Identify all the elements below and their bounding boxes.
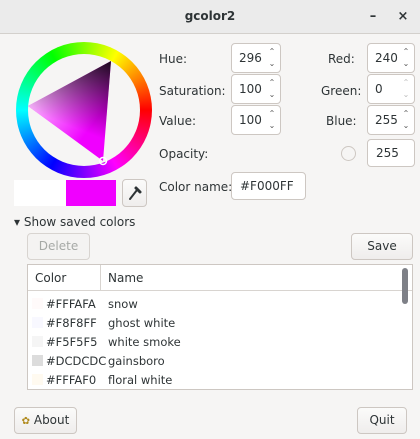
- spin-down-icon[interactable]: ⌄: [267, 91, 277, 99]
- spin-down-icon[interactable]: ⌄: [267, 122, 277, 130]
- green-value[interactable]: 0: [375, 82, 383, 96]
- color-name-label: Color name:: [159, 180, 233, 194]
- green-spinbutton[interactable]: 0 ⌃ ⌄: [367, 74, 415, 104]
- spin-up-icon[interactable]: ⌃: [267, 48, 277, 56]
- show-saved-colors-expander[interactable]: ▾ Show saved colors: [14, 215, 135, 229]
- spin-up-icon[interactable]: ⌃: [267, 79, 277, 87]
- column-separator: [100, 265, 101, 291]
- row-name: snow: [108, 297, 138, 311]
- saturation-value[interactable]: 100: [239, 82, 262, 96]
- row-hex: #FFFAFA: [46, 297, 96, 311]
- eyedropper-button[interactable]: [122, 179, 147, 207]
- about-icon: ✿: [21, 416, 31, 427]
- row-hex: #FFFAF0: [46, 373, 97, 387]
- spin-up-icon[interactable]: ⌃: [267, 110, 277, 118]
- blue-value[interactable]: 255: [375, 113, 398, 127]
- value-label: Value:: [159, 114, 196, 128]
- row-name: white smoke: [108, 335, 181, 349]
- row-hex: #DCDCDC: [46, 354, 107, 368]
- row-name: gainsboro: [108, 354, 165, 368]
- opacity-field[interactable]: 255: [367, 139, 415, 167]
- table-header: Color Name: [28, 265, 412, 291]
- blue-label: Blue:: [326, 114, 357, 128]
- close-button[interactable]: ×: [392, 6, 414, 28]
- hsv-color-wheel[interactable]: [14, 40, 154, 180]
- saturation-label: Saturation:: [159, 84, 226, 98]
- saturation-spinbutton[interactable]: 100 ⌃ ⌄: [231, 74, 281, 104]
- current-color-swatch[interactable]: [66, 180, 116, 206]
- column-header-name[interactable]: Name: [108, 271, 143, 285]
- table-scrollbar[interactable]: [401, 265, 411, 389]
- row-name: ghost white: [108, 316, 176, 330]
- window-title: gcolor2: [184, 9, 236, 23]
- column-header-color[interactable]: Color: [35, 271, 66, 285]
- save-button[interactable]: Save: [351, 233, 413, 260]
- previous-color-swatch[interactable]: [14, 180, 66, 206]
- spin-down-icon[interactable]: ⌄: [401, 122, 411, 130]
- blue-spinbutton[interactable]: 255 ⌃ ⌄: [367, 105, 415, 135]
- color-swatch: [32, 317, 43, 328]
- value-spinbutton[interactable]: 100 ⌃ ⌄: [231, 105, 281, 135]
- spin-down-icon[interactable]: ⌄: [267, 60, 277, 68]
- opacity-value[interactable]: 255: [376, 146, 399, 160]
- eyedropper-icon: [129, 186, 142, 200]
- red-value[interactable]: 240: [375, 51, 398, 65]
- hue-spinbutton[interactable]: 296 ⌃ ⌄: [231, 43, 281, 73]
- color-swatch: [32, 355, 43, 366]
- spin-up-icon[interactable]: ⌃: [401, 48, 411, 56]
- spin-up-icon[interactable]: ⌃: [401, 79, 411, 87]
- opacity-label: Opacity:: [159, 147, 209, 161]
- table-row[interactable]: #FFFAFA snow: [28, 295, 398, 315]
- about-button[interactable]: ✿ About: [14, 407, 77, 434]
- opacity-indicator: [341, 146, 356, 161]
- table-row[interactable]: #F8F8FF ghost white: [28, 314, 398, 334]
- spin-down-icon[interactable]: ⌄: [401, 91, 411, 99]
- red-spinbutton[interactable]: 240 ⌃ ⌄: [367, 43, 415, 73]
- spin-down-icon[interactable]: ⌄: [401, 60, 411, 68]
- spin-up-icon[interactable]: ⌃: [401, 110, 411, 118]
- title-bar: gcolor2 – ×: [0, 0, 420, 34]
- green-label: Green:: [321, 84, 362, 98]
- expander-arrow-icon: ▾: [14, 215, 21, 229]
- hue-value[interactable]: 296: [239, 51, 262, 65]
- expander-label: Show saved colors: [23, 215, 136, 229]
- delete-button[interactable]: Delete: [27, 233, 90, 260]
- red-label: Red:: [328, 52, 355, 66]
- value-value[interactable]: 100: [239, 113, 262, 127]
- row-hex: #F8F8FF: [46, 316, 97, 330]
- quit-button[interactable]: Quit: [357, 407, 407, 434]
- saved-colors-table[interactable]: Color Name #FFFAFA snow #F8F8FF ghost wh…: [27, 264, 413, 390]
- row-name: floral white: [108, 373, 173, 387]
- table-row[interactable]: #DCDCDC gainsboro: [28, 352, 398, 372]
- color-name-field[interactable]: #F000FF: [231, 172, 306, 200]
- color-name-value[interactable]: #F000FF: [240, 179, 294, 193]
- about-label: About: [33, 413, 70, 427]
- hsv-wheel-graphic[interactable]: [14, 40, 154, 180]
- scrollbar-thumb[interactable]: [402, 268, 408, 304]
- hue-label: Hue:: [159, 52, 188, 66]
- row-hex: #F5F5F5: [46, 335, 98, 349]
- table-row[interactable]: #FFFAF0 floral white: [28, 371, 398, 389]
- table-row[interactable]: #F5F5F5 white smoke: [28, 333, 398, 353]
- color-swatch: [32, 298, 43, 309]
- color-swatch: [32, 374, 43, 385]
- minimize-button[interactable]: –: [362, 6, 384, 28]
- color-swatch: [32, 336, 43, 347]
